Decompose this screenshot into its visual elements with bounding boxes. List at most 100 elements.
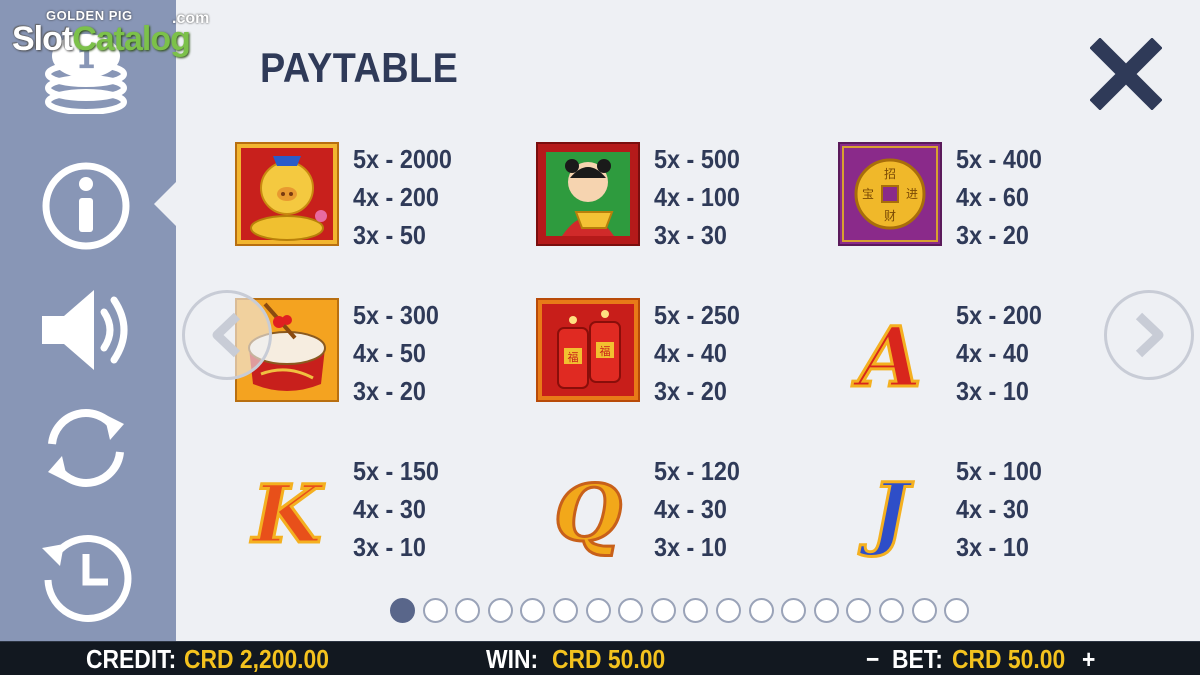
info-button[interactable] — [38, 158, 134, 254]
payout-5x: 5x - 250 — [654, 300, 740, 330]
golden-pig-symbol-icon — [235, 142, 339, 246]
payout-5x: 5x - 400 — [956, 144, 1042, 174]
payout-3x: 3x - 10 — [956, 376, 1029, 406]
payout-list: 5x - 100 4x - 30 3x - 10 — [956, 452, 1051, 566]
active-tab-pointer — [154, 182, 176, 226]
win-value: CRD 50.00 — [552, 644, 666, 674]
logo-dotcom: .com — [172, 10, 210, 27]
page-dot[interactable] — [585, 598, 611, 623]
letter-q-symbol-icon: Q — [553, 467, 624, 559]
sound-button[interactable] — [38, 282, 134, 378]
letter-k-symbol-icon: K — [249, 466, 327, 559]
previous-page-button[interactable] — [182, 290, 272, 380]
coin-char-left: 宝 — [862, 187, 874, 201]
page-dot[interactable] — [455, 598, 481, 623]
refresh-icon — [48, 409, 124, 487]
letter-k-glyph: K — [250, 467, 325, 558]
paytable-entry-child: 5x - 500 4x - 100 3x - 30 — [536, 142, 836, 252]
payout-4x: 4x - 40 — [956, 338, 1029, 368]
page-dot[interactable] — [813, 598, 839, 623]
page-dot[interactable] — [846, 598, 872, 623]
page-dot[interactable] — [520, 598, 546, 623]
coin-char-top: 招 — [884, 167, 896, 181]
payout-3x: 3x - 20 — [956, 220, 1029, 250]
payout-4x: 4x - 40 — [654, 338, 727, 368]
history-icon — [42, 535, 132, 622]
payout-5x: 5x - 500 — [654, 144, 740, 174]
paytable-entry-k: K 5x - 150 4x - 30 3x - 10 — [235, 454, 535, 564]
payout-4x: 4x - 100 — [654, 182, 740, 212]
paytable-entry-coin: 招 进 宝 财 5x - 400 4x - 60 3x - 20 — [838, 142, 1138, 252]
letter-j-glyph: J — [858, 465, 914, 558]
history-button[interactable] — [38, 528, 134, 624]
payout-list: 5x - 400 4x - 60 3x - 20 — [956, 140, 1051, 254]
payout-list: 5x - 200 4x - 40 3x - 10 — [956, 296, 1051, 410]
payout-5x: 5x - 300 — [353, 300, 439, 330]
letter-a-symbol-icon: A — [850, 309, 924, 403]
pagination-dots — [390, 598, 970, 623]
status-bar: CREDIT: CRD 2,200.00 WIN: CRD 50.00 − BE… — [0, 641, 1200, 675]
payout-4x: 4x - 30 — [654, 494, 727, 524]
page-dot[interactable] — [552, 598, 578, 623]
child-with-gold-symbol-icon — [536, 142, 640, 246]
payout-5x: 5x - 100 — [956, 456, 1042, 486]
bet-value: CRD 50.00 — [952, 644, 1066, 674]
payout-4x: 4x - 200 — [353, 182, 439, 212]
payout-3x: 3x - 10 — [956, 532, 1029, 562]
page-dot[interactable] — [487, 598, 513, 623]
payout-4x: 4x - 30 — [353, 494, 426, 524]
paytable-entry-a: A 5x - 200 4x - 40 3x - 10 — [838, 298, 1138, 408]
page-dot[interactable] — [683, 598, 709, 623]
chinese-coin-symbol-icon: 招 进 宝 财 — [838, 142, 942, 246]
chevron-right-icon — [1135, 312, 1164, 358]
payout-3x: 3x - 50 — [353, 220, 426, 250]
autoplay-button[interactable] — [38, 400, 134, 496]
sidebar: 1 — [0, 0, 176, 641]
page-dot[interactable] — [878, 598, 904, 623]
payout-3x: 3x - 10 — [353, 532, 426, 562]
next-page-button[interactable] — [1104, 290, 1194, 380]
credit-label: CREDIT: — [86, 644, 177, 674]
page-dot[interactable] — [715, 598, 741, 623]
payout-list: 5x - 300 4x - 50 3x - 20 — [353, 296, 448, 410]
letter-q-glyph: Q — [554, 468, 622, 558]
payout-5x: 5x - 200 — [956, 300, 1042, 330]
payout-3x: 3x - 10 — [654, 532, 727, 562]
payout-4x: 4x - 30 — [956, 494, 1029, 524]
payout-list: 5x - 150 4x - 30 3x - 10 — [353, 452, 448, 566]
payout-list: 5x - 500 4x - 100 3x - 30 — [654, 140, 749, 254]
payout-4x: 4x - 60 — [956, 182, 1029, 212]
payout-5x: 5x - 150 — [353, 456, 439, 486]
page-dot[interactable] — [748, 598, 774, 623]
page-dot-active[interactable] — [390, 598, 415, 623]
firecracker-char: 福 — [568, 350, 579, 364]
coin-char-bottom: 财 — [884, 209, 896, 223]
page-dot[interactable] — [944, 598, 970, 623]
logo-wordmark: SlotCatalog — [12, 20, 191, 59]
firecrackers-symbol-icon: 福 福 — [536, 298, 640, 402]
letter-j-symbol-icon: J — [857, 464, 916, 559]
payout-5x: 5x - 120 — [654, 456, 740, 486]
info-icon — [42, 162, 130, 250]
bet-label: BET: — [892, 644, 943, 674]
page-dot[interactable] — [781, 598, 807, 623]
payout-3x: 3x - 30 — [654, 220, 727, 250]
page-dot[interactable] — [618, 598, 644, 623]
page-dot[interactable] — [422, 598, 448, 623]
credit-value: CRD 2,200.00 — [184, 644, 329, 674]
bet-decrease-button[interactable]: − — [866, 644, 879, 674]
firecracker-char: 福 — [600, 344, 611, 358]
logo-slot: Slot — [12, 20, 73, 58]
close-button[interactable] — [1089, 37, 1163, 111]
payout-4x: 4x - 50 — [353, 338, 426, 368]
bet-increase-button[interactable]: + — [1082, 644, 1095, 674]
paytable-entry-j: J 5x - 100 4x - 30 3x - 10 — [838, 454, 1138, 564]
payout-list: 5x - 250 4x - 40 3x - 20 — [654, 296, 749, 410]
speaker-icon — [42, 290, 128, 370]
close-icon — [1089, 37, 1163, 111]
page-dot[interactable] — [650, 598, 676, 623]
win-label: WIN: — [486, 644, 539, 674]
payout-list: 5x - 2000 4x - 200 3x - 50 — [353, 140, 463, 254]
chevron-left-icon — [212, 312, 241, 358]
page-dot[interactable] — [911, 598, 937, 623]
